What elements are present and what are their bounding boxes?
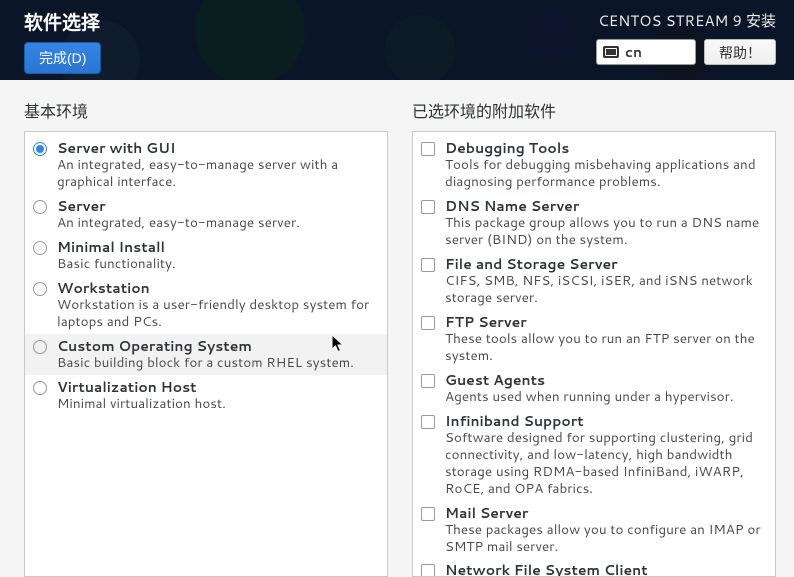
environment-option[interactable]: Server with GUIAn integrated, easy-to-ma… [25, 136, 387, 194]
header-controls: cn 帮助！ [596, 39, 776, 65]
checkbox[interactable] [421, 564, 435, 577]
option-title: Network File System Client [445, 561, 767, 577]
help-button[interactable]: 帮助！ [704, 39, 776, 65]
language-code: cn [625, 42, 642, 62]
addon-heading: 已选环境的附加软件 [412, 98, 776, 123]
radio-button[interactable] [33, 200, 47, 214]
addon-option[interactable]: Network File System Client [413, 558, 775, 577]
checkbox[interactable] [421, 200, 435, 214]
keyboard-layout-selector[interactable]: cn [596, 39, 696, 65]
radio-button[interactable] [33, 381, 47, 395]
addon-option[interactable]: Infiniband SupportSoftware designed for … [413, 409, 775, 501]
option-description: Software designed for supporting cluster… [445, 430, 767, 498]
option-description: Minimal virtualization host. [57, 396, 379, 413]
option-description: Agents used when running under a hypervi… [445, 389, 767, 406]
header: 软件选择 完成(D) CENTOS STREAM 9 安装 cn 帮助！ [0, 0, 794, 80]
addon-option[interactable]: FTP ServerThese tools allow you to run a… [413, 310, 775, 368]
radio-button[interactable] [33, 340, 47, 354]
environment-option[interactable]: Virtualization HostMinimal virtualizatio… [25, 375, 387, 416]
option-description: CIFS, SMB, NFS, iSCSI, iSER, and iSNS ne… [445, 273, 767, 307]
radio-button[interactable] [33, 241, 47, 255]
radio-button[interactable] [33, 142, 47, 156]
keyboard-icon [603, 46, 619, 58]
checkbox[interactable] [421, 374, 435, 388]
option-description: These tools allow you to run an FTP serv… [445, 331, 767, 365]
environment-option[interactable]: Custom Operating SystemBasic building bl… [25, 334, 387, 375]
addon-option[interactable]: File and Storage ServerCIFS, SMB, NFS, i… [413, 252, 775, 310]
environment-option[interactable]: Minimal InstallBasic functionality. [25, 235, 387, 276]
base-environment-heading: 基本环境 [24, 98, 388, 123]
addon-column: 已选环境的附加软件 Debugging ToolsTools for debug… [412, 98, 776, 577]
addon-option[interactable]: Debugging ToolsTools for debugging misbe… [413, 136, 775, 194]
addon-list[interactable]: Debugging ToolsTools for debugging misbe… [412, 131, 776, 577]
option-description: An integrated, easy-to-manage server. [57, 215, 379, 232]
header-right: CENTOS STREAM 9 安装 cn 帮助！ [596, 10, 776, 65]
checkbox[interactable] [421, 415, 435, 429]
option-description: These packages allow you to configure an… [445, 522, 767, 556]
checkbox[interactable] [421, 142, 435, 156]
option-description: This package group allows you to run a D… [445, 215, 767, 249]
option-description: An integrated, easy-to-manage server wit… [57, 157, 379, 191]
environment-option[interactable]: ServerAn integrated, easy-to-manage serv… [25, 194, 387, 235]
base-environment-column: 基本环境 Server with GUIAn integrated, easy-… [24, 98, 388, 577]
addon-option[interactable]: Guest AgentsAgents used when running und… [413, 368, 775, 409]
addon-option[interactable]: DNS Name ServerThis package group allows… [413, 194, 775, 252]
base-environment-list[interactable]: Server with GUIAn integrated, easy-to-ma… [24, 131, 388, 577]
option-description: Basic building block for a custom RHEL s… [57, 355, 379, 372]
done-button[interactable]: 完成(D) [24, 42, 101, 74]
option-description: Workstation is a user-friendly desktop s… [57, 297, 379, 331]
option-description: Tools for debugging misbehaving applicat… [445, 157, 767, 191]
checkbox[interactable] [421, 258, 435, 272]
content: 基本环境 Server with GUIAn integrated, easy-… [0, 80, 794, 577]
environment-option[interactable]: WorkstationWorkstation is a user-friendl… [25, 276, 387, 334]
installer-label: CENTOS STREAM 9 安装 [596, 10, 776, 31]
addon-option[interactable]: Mail ServerThese packages allow you to c… [413, 501, 775, 559]
radio-button[interactable] [33, 282, 47, 296]
option-description: Basic functionality. [57, 256, 379, 273]
option-title: Mail Server [445, 504, 767, 522]
checkbox[interactable] [421, 316, 435, 330]
checkbox[interactable] [421, 507, 435, 521]
